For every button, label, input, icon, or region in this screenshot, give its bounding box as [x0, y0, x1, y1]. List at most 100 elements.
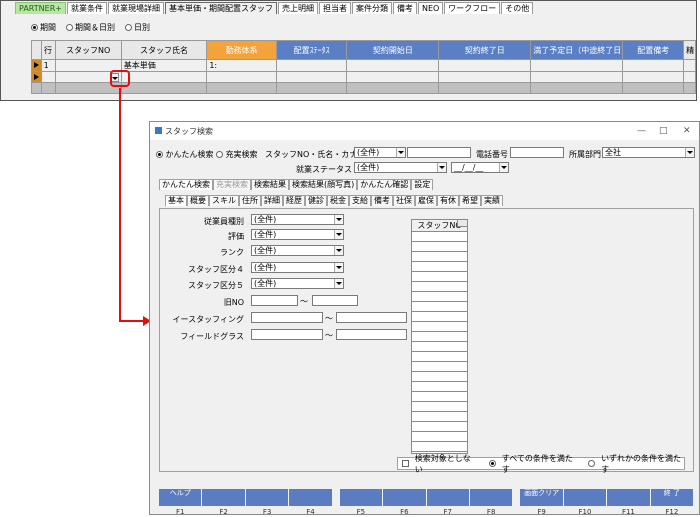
list-item[interactable]	[412, 302, 467, 312]
list-item[interactable]	[412, 382, 467, 392]
phone-input[interactable]	[510, 147, 564, 158]
range-from-input-2[interactable]	[251, 329, 323, 340]
range-from-input-0[interactable]	[251, 295, 298, 306]
exclude-checkbox[interactable]	[402, 460, 409, 467]
search-tab-2[interactable]: 検索結果	[251, 179, 289, 190]
fkey-number: F10	[578, 508, 592, 516]
dept-select[interactable]: 全社	[602, 147, 695, 158]
fkey-f9[interactable]: 画面クリア F9	[520, 489, 563, 516]
list-item[interactable]	[412, 312, 467, 322]
list-item[interactable]	[412, 232, 467, 242]
detail-tab-1[interactable]: 概要	[187, 195, 209, 206]
mode-full-label: 充実検索	[225, 150, 258, 159]
chevron-down-icon[interactable]	[685, 148, 694, 157]
list-item[interactable]	[412, 332, 467, 342]
list-item[interactable]	[412, 442, 467, 452]
search-tab-5[interactable]: 設定	[411, 179, 434, 190]
list-item[interactable]	[412, 362, 467, 372]
list-item[interactable]	[412, 272, 467, 282]
list-item[interactable]	[412, 342, 467, 352]
staff-no-list[interactable]: スタッフNO	[411, 219, 468, 454]
detail-tab-12[interactable]: 有休	[437, 195, 459, 206]
detail-tab-3[interactable]: 住所	[239, 195, 261, 206]
list-item[interactable]	[412, 432, 467, 442]
chevron-down-icon[interactable]	[396, 148, 405, 157]
list-item[interactable]	[412, 322, 467, 332]
list-item[interactable]	[412, 402, 467, 412]
list-item[interactable]	[412, 252, 467, 262]
staff-keyword-input[interactable]	[407, 147, 471, 158]
list-item[interactable]	[412, 392, 467, 402]
staff-select[interactable]: (全件)	[354, 147, 406, 158]
fkey-f6[interactable]: F6	[383, 489, 426, 516]
detail-tab-4[interactable]: 詳細	[261, 195, 283, 206]
range-to-input-2[interactable]	[336, 329, 407, 340]
fkey-f8[interactable]: F8	[469, 489, 513, 516]
detail-tab-8[interactable]: 支給	[349, 195, 371, 206]
minimize-icon[interactable]: —	[637, 126, 646, 136]
chevron-down-icon[interactable]	[334, 246, 343, 255]
detail-tab-9[interactable]: 備考	[371, 195, 393, 206]
list-item[interactable]	[412, 282, 467, 292]
cond-any-radio[interactable]	[588, 460, 596, 467]
detail-tab-6[interactable]: 健診	[305, 195, 327, 206]
mode-easy[interactable]: かんたん検索	[156, 149, 214, 160]
field-select-3[interactable]: (全件)	[251, 262, 344, 273]
mode-full-radio[interactable]	[216, 151, 223, 158]
fkey-f7[interactable]: F7	[426, 489, 469, 516]
fkey-f11[interactable]: F11	[607, 489, 650, 516]
date-select[interactable]: __/__/__	[451, 162, 509, 173]
chevron-down-icon[interactable]	[334, 215, 343, 224]
detail-tab-14[interactable]: 実績	[481, 195, 503, 206]
fkey-f2[interactable]: F2	[202, 489, 245, 516]
chevron-down-icon[interactable]	[334, 263, 343, 272]
mode-easy-label: かんたん検索	[165, 150, 214, 159]
list-item[interactable]	[412, 372, 467, 382]
list-item[interactable]	[412, 262, 467, 272]
list-scroll-button[interactable]	[457, 220, 467, 227]
maximize-icon[interactable]: □	[659, 126, 668, 136]
detail-tab-0[interactable]: 基本	[165, 195, 187, 206]
fkey-f3[interactable]: F3	[245, 489, 289, 516]
status-select[interactable]: (全件)	[354, 162, 447, 173]
detail-tab-5[interactable]: 経歴	[283, 195, 305, 206]
range-to-input-0[interactable]	[312, 295, 358, 306]
range-to-input-1[interactable]	[336, 312, 407, 323]
chevron-down-icon[interactable]	[437, 163, 446, 172]
detail-tab-2[interactable]: スキル	[209, 195, 239, 206]
range-from-input-1[interactable]	[251, 312, 323, 323]
field-select-4[interactable]: (全件)	[251, 278, 344, 289]
list-item[interactable]	[412, 292, 467, 302]
range-label-0: 旧NO	[223, 298, 244, 307]
detail-tab-11[interactable]: 雇保	[415, 195, 437, 206]
search-tab-0[interactable]: かんたん検索	[159, 179, 213, 190]
chevron-down-icon[interactable]	[334, 279, 343, 288]
detail-tab-7[interactable]: 税金	[327, 195, 349, 206]
cond-all-radio[interactable]	[489, 460, 496, 467]
list-item[interactable]	[412, 242, 467, 252]
fkey-f10[interactable]: F10	[563, 489, 607, 516]
fkey-f4[interactable]: F4	[289, 489, 332, 516]
detail-tab-10[interactable]: 社保	[393, 195, 415, 206]
search-tab-1[interactable]: 充実検索	[213, 179, 251, 190]
list-item[interactable]	[412, 412, 467, 422]
close-icon[interactable]: ✕	[683, 126, 691, 136]
fkey-f12[interactable]: 終 了 F12	[650, 489, 694, 516]
fkey-number: F5	[356, 508, 366, 516]
detail-tab-13[interactable]: 希望	[459, 195, 481, 206]
fkey-number: F4	[306, 508, 315, 516]
fkey-f5[interactable]: F5	[339, 489, 383, 516]
chevron-down-icon[interactable]	[499, 163, 508, 172]
list-item[interactable]	[412, 352, 467, 362]
dept-label: 所属部門	[569, 150, 601, 159]
list-item[interactable]	[412, 422, 467, 432]
field-select-1[interactable]: (全件)	[251, 229, 344, 240]
mode-easy-radio[interactable]	[156, 151, 163, 158]
field-select-0[interactable]: (全件)	[251, 214, 344, 225]
chevron-down-icon[interactable]	[334, 230, 343, 239]
search-tab-4[interactable]: かんたん確認	[357, 179, 412, 190]
mode-full[interactable]: 充実検索	[216, 149, 258, 160]
fkey-f1[interactable]: ヘルプ F1	[159, 489, 202, 516]
search-tab-3[interactable]: 検索結果(顔写真)	[289, 179, 358, 190]
field-select-2[interactable]: (全件)	[251, 245, 344, 256]
